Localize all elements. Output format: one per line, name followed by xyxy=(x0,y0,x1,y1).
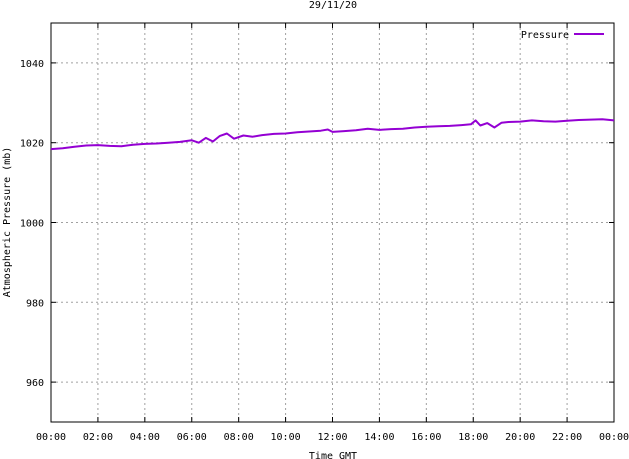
x-tick-label: 02:00 xyxy=(83,432,113,443)
x-tick-label: 14:00 xyxy=(364,432,394,443)
y-tick-label: 1000 xyxy=(20,219,44,230)
x-tick-label: 18:00 xyxy=(458,432,488,443)
legend-label: Pressure xyxy=(521,30,569,41)
y-tick-label: 980 xyxy=(26,298,44,309)
x-tick-label: 00:00 xyxy=(599,432,629,443)
x-tick-label: 22:00 xyxy=(552,432,582,443)
grid xyxy=(51,23,614,422)
chart-title: 29/11/20 xyxy=(309,0,357,11)
x-axis-label: Time GMT xyxy=(309,451,357,459)
y-tick-label: 1020 xyxy=(20,139,44,150)
y-tick-label: 1040 xyxy=(20,59,44,70)
x-tick-label: 04:00 xyxy=(130,432,160,443)
y-tick-labels: 960 980 1000 1020 1040 xyxy=(20,59,44,389)
x-tick-labels: 00:00 02:00 04:00 06:00 08:00 10:00 12:00 14:00… xyxy=(36,432,629,443)
x-tick-label: 20:00 xyxy=(505,432,535,443)
x-tick-label: 10:00 xyxy=(271,432,301,443)
x-tick-label: 12:00 xyxy=(317,432,347,443)
legend: Pressure xyxy=(521,30,604,41)
pressure-chart: 29/11/20 00:00 02:00 04:00 06:00 08:00 10:00 1… xyxy=(2,0,629,459)
y-axis-label: Atmospheric Pressure (mb) xyxy=(2,147,13,298)
x-tick-label: 00:00 xyxy=(36,432,66,443)
y-tick-label: 960 xyxy=(26,378,44,389)
x-tick-label: 06:00 xyxy=(177,432,207,443)
x-tick-label: 16:00 xyxy=(411,432,441,443)
x-tick-label: 08:00 xyxy=(224,432,254,443)
